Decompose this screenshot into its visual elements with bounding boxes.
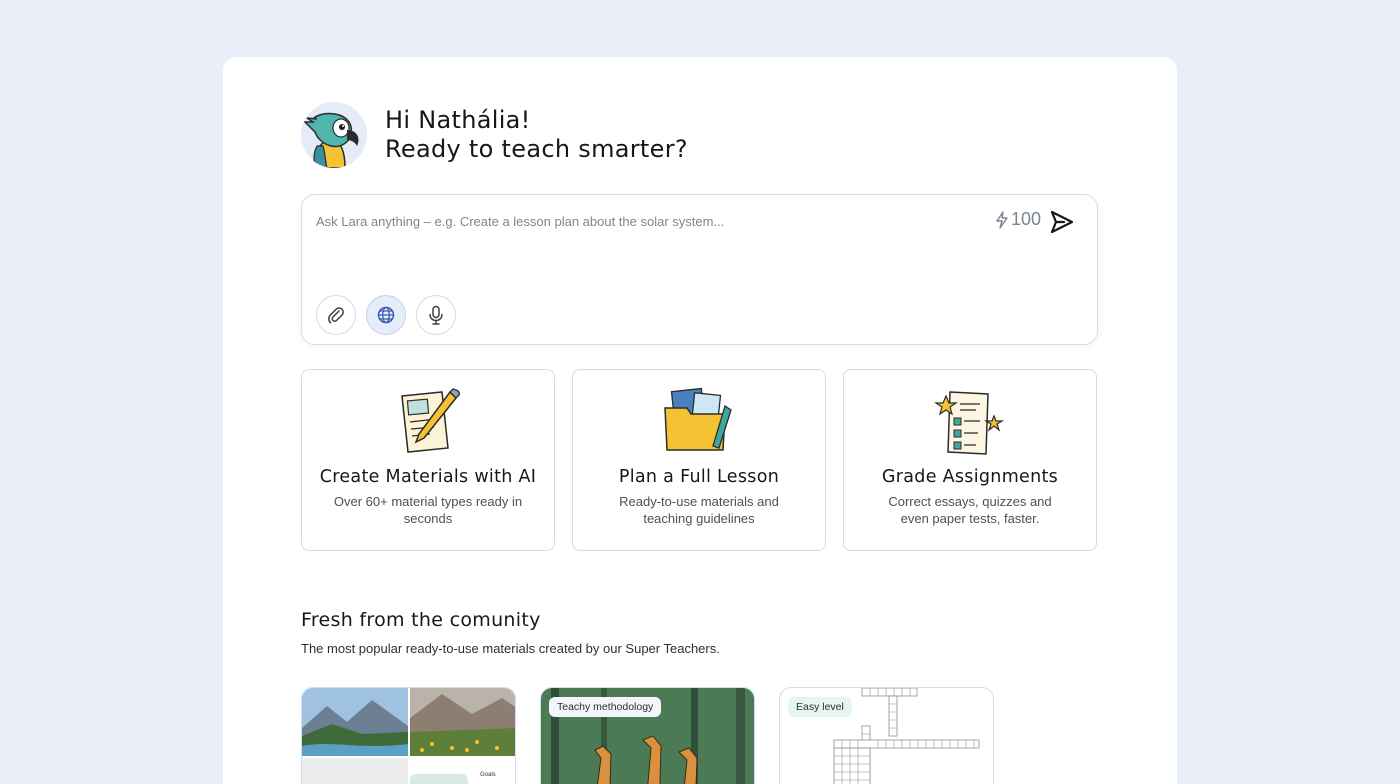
card-title: Grade Assignments [881, 467, 1059, 487]
material-thumbnail-crossword[interactable]: Easy level [779, 687, 994, 784]
document-pencil-icon [401, 388, 460, 453]
main-panel: Hi Nathália! Ready to teach smarter? 100 [223, 57, 1177, 784]
send-icon [1050, 210, 1074, 234]
thumbnail-label: Goals [480, 772, 496, 778]
send-button[interactable] [1049, 209, 1075, 235]
quick-actions: Create Materials with AI Over 60+ materi… [301, 369, 1097, 551]
prompt-input[interactable] [316, 211, 976, 231]
thumbnail-badge: Teachy methodology [549, 697, 662, 717]
card-title: Create Materials with AI [319, 467, 537, 487]
attach-button[interactable] [316, 295, 356, 335]
credits-counter: 100 [995, 209, 1041, 230]
greeting-subtitle: Ready to teach smarter? [385, 135, 688, 163]
material-thumbnail-landscapes[interactable]: Goals [301, 687, 516, 784]
globe-icon [377, 306, 395, 324]
folder-icon [664, 387, 732, 451]
card-title: Plan a Full Lesson [618, 467, 780, 487]
plan-lesson-card[interactable]: Plan a Full Lesson Ready-to-use material… [572, 369, 826, 551]
microphone-icon [429, 305, 443, 325]
card-description: Ready-to-use materials and teaching guid… [619, 494, 779, 526]
community-materials: Goals Teachy methodology Easy level [301, 687, 994, 784]
greeting-title: Hi Nathália! [385, 106, 531, 134]
checklist-icon [934, 391, 1005, 455]
material-thumbnail-giraffes[interactable]: Teachy methodology [540, 687, 755, 784]
paperclip-icon [328, 307, 344, 324]
thumbnail-badge: Easy level [788, 697, 852, 717]
prompt-box: 100 [301, 194, 1098, 345]
lightning-icon [996, 210, 1008, 229]
create-materials-card[interactable]: Create Materials with AI Over 60+ materi… [301, 369, 555, 551]
web-search-button[interactable] [366, 295, 406, 335]
community-title: Fresh from the comunity [301, 609, 541, 631]
greeting: Hi Nathália! Ready to teach smarter? [301, 102, 688, 168]
card-description: Over 60+ material types ready in seconds [333, 494, 523, 526]
card-description: Correct essays, quizzes and even paper t… [888, 494, 1052, 526]
grade-assignments-card[interactable]: Grade Assignments Correct essays, quizze… [843, 369, 1097, 551]
community-subtitle: The most popular ready-to-use materials … [301, 641, 720, 656]
credits-value: 100 [1010, 209, 1041, 229]
prompt-tools [316, 295, 456, 335]
parrot-avatar [301, 102, 367, 168]
landscape-collage-image [302, 688, 515, 784]
microphone-button[interactable] [416, 295, 456, 335]
